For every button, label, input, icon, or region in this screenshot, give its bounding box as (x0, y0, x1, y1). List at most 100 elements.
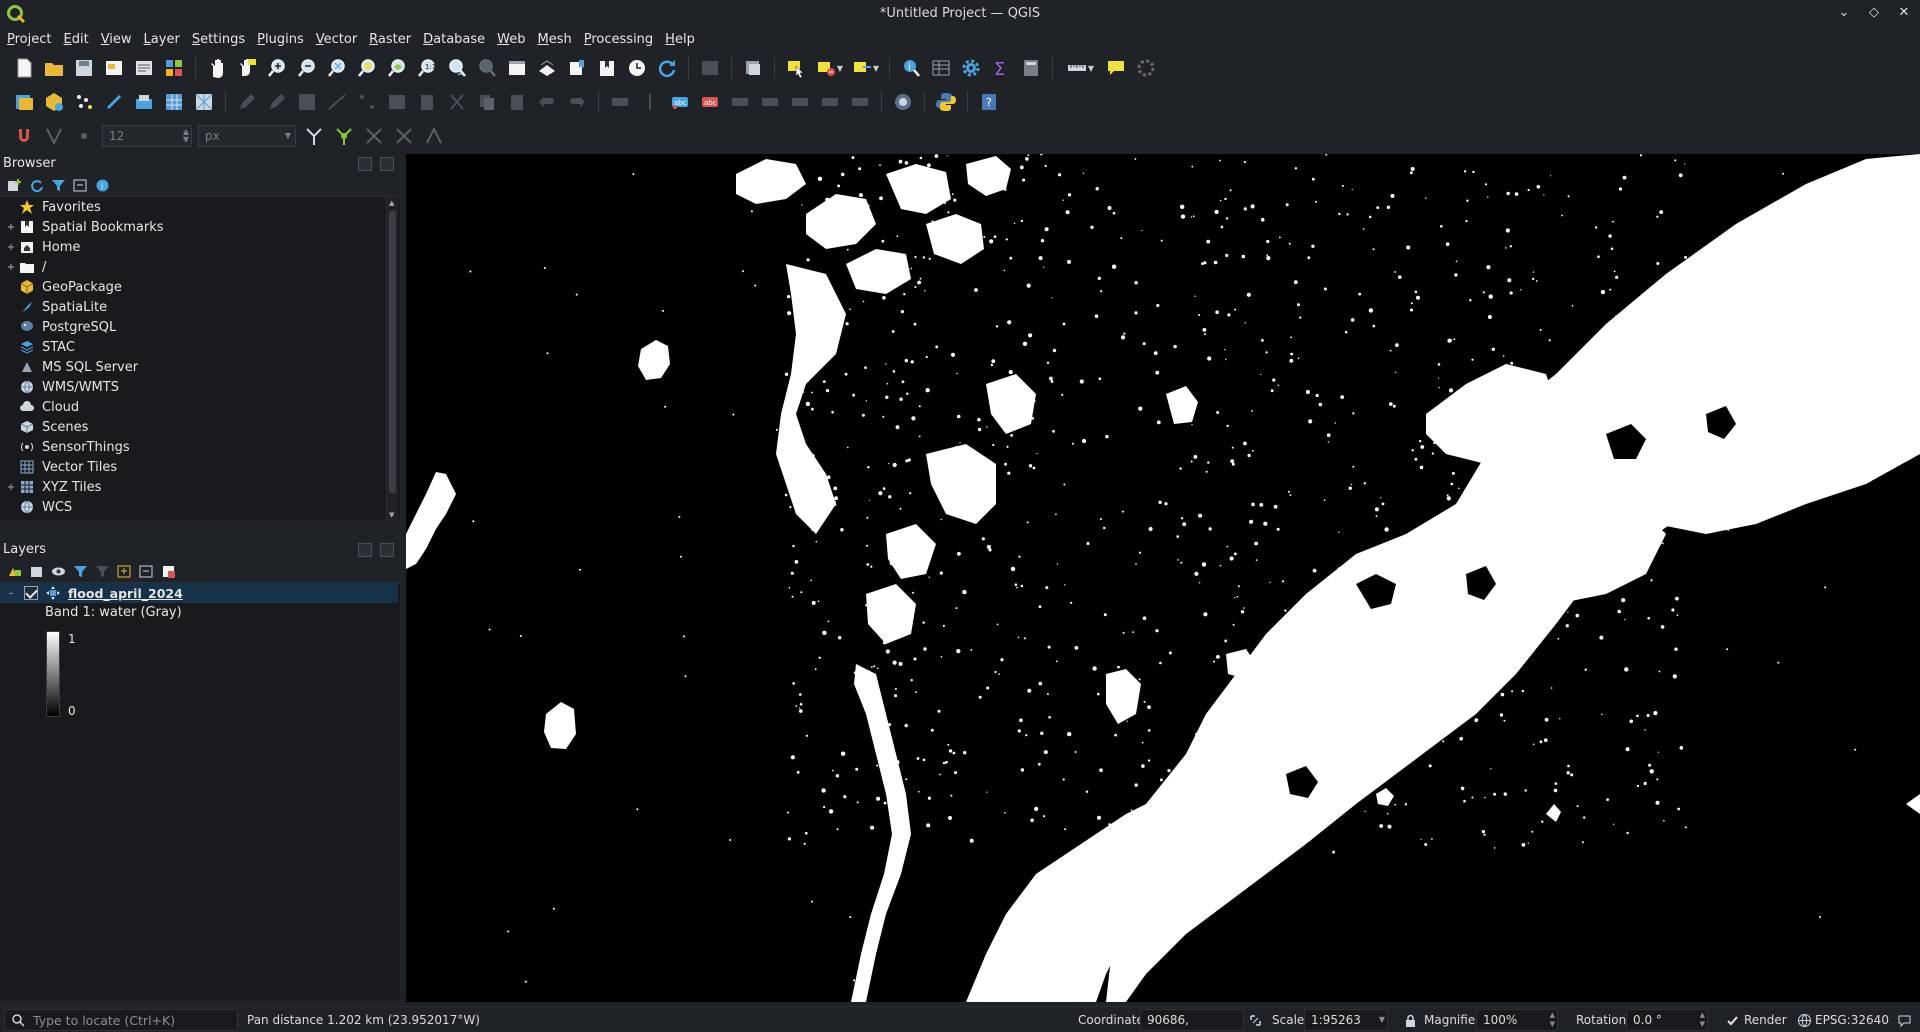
snapping-units-select[interactable]: px ▼ (198, 125, 296, 147)
render-checkbox[interactable] (1724, 1012, 1740, 1028)
field-calculator-icon[interactable] (1019, 56, 1043, 80)
new-project-icon[interactable] (12, 56, 36, 80)
select-by-location-icon[interactable]: ▼ (850, 56, 880, 80)
browser-item-wcs[interactable]: WCS (0, 497, 400, 517)
open-attribute-table-icon[interactable] (698, 56, 722, 80)
collapse-all-layers-icon[interactable] (138, 563, 154, 579)
expand-all-icon[interactable] (116, 563, 132, 579)
change-label-icon[interactable] (818, 90, 842, 114)
lock-scale-icon[interactable] (1402, 1012, 1418, 1028)
menu-item-edit[interactable]: Edit (64, 32, 89, 47)
snapping-tolerance-input[interactable]: 12 ▲ ▼ (102, 125, 192, 147)
close-button[interactable]: ✕ (1896, 4, 1912, 22)
maximize-button[interactable]: ◇ (1866, 4, 1882, 22)
filter-legend-icon[interactable] (72, 563, 88, 579)
identify-features-icon[interactable]: i (899, 56, 923, 80)
properties-info-icon[interactable]: i (94, 177, 110, 193)
zoom-in-icon[interactable] (265, 56, 289, 80)
scale-combo[interactable]: 1:95263 ▼ (1304, 1009, 1388, 1031)
vertex-tool-icon[interactable] (355, 90, 379, 114)
new-temporary-layer-icon[interactable] (102, 90, 126, 114)
open-project-icon[interactable] (42, 56, 66, 80)
layers-undock-button[interactable] (358, 543, 372, 557)
deselect-features-icon[interactable]: ▼ (814, 56, 844, 80)
print-layout-icon[interactable] (102, 56, 126, 80)
enable-snapping-icon[interactable] (12, 124, 36, 148)
browser-item-stac[interactable]: STAC (0, 337, 400, 357)
toolbox-gear-icon[interactable] (959, 56, 983, 80)
layers-close-button[interactable] (380, 543, 394, 557)
expand-icon[interactable]: + (4, 222, 18, 233)
map-tips-icon[interactable] (1104, 56, 1128, 80)
menu-item-mesh[interactable]: Mesh (538, 32, 572, 47)
undo-icon[interactable] (535, 90, 559, 114)
tracing-icon[interactable] (422, 124, 446, 148)
menu-item-processing[interactable]: Processing (584, 32, 653, 47)
label-tool-icon[interactable] (608, 90, 632, 114)
filter-browser-icon[interactable] (50, 177, 66, 193)
menu-item-layer[interactable]: Layer (144, 32, 180, 47)
map-canvas[interactable] (406, 154, 1920, 1002)
current-edits-icon[interactable] (265, 90, 289, 114)
new-3d-map-view-icon[interactable] (535, 56, 559, 80)
browser-item-home[interactable]: + Home (0, 237, 400, 257)
zoom-last-icon[interactable] (445, 56, 469, 80)
measure-line-icon[interactable]: ▼ (1062, 56, 1098, 80)
menu-item-help[interactable]: Help (665, 32, 695, 47)
browser-item-spatialite[interactable]: SpatiaLite (0, 297, 400, 317)
decorations-icon[interactable] (1134, 56, 1158, 80)
select-features-icon[interactable] (784, 56, 808, 80)
new-geopackage-layer-icon[interactable] (42, 90, 66, 114)
browser-item-scenes[interactable]: Scenes (0, 417, 400, 437)
zoom-next-icon[interactable] (475, 56, 499, 80)
delete-selected-icon[interactable] (415, 90, 439, 114)
modify-attributes-icon[interactable] (385, 90, 409, 114)
browser-item-ms-sql-server[interactable]: MS SQL Server (0, 357, 400, 377)
menu-item-vector[interactable]: Vector (316, 32, 357, 47)
zoom-to-selection-icon[interactable] (355, 56, 379, 80)
statistics-sum-icon[interactable]: Σ (989, 56, 1013, 80)
magnifier-input[interactable]: 100% ▲ ▼ (1476, 1009, 1558, 1031)
metasearch-icon[interactable] (891, 90, 915, 114)
toggle-extents-icon[interactable] (1247, 1012, 1263, 1028)
layer-diagram-icon[interactable]: abc (698, 90, 722, 114)
add-layers-icon[interactable] (6, 177, 22, 193)
browser-item-geopackage[interactable]: GeoPackage (0, 277, 400, 297)
layer-labeling-icon[interactable]: abc (668, 90, 692, 114)
digitize-line-icon[interactable] (325, 90, 349, 114)
minimize-button[interactable]: ⌄ (1836, 4, 1852, 22)
save-project-icon[interactable] (72, 56, 96, 80)
refresh-icon[interactable] (655, 56, 679, 80)
layer-row-flood-april-2024[interactable]: – flood_april_2024 (0, 583, 398, 603)
style-manager-icon[interactable] (162, 56, 186, 80)
feature-form-icon[interactable] (741, 56, 765, 80)
save-edits-icon[interactable] (295, 90, 319, 114)
temporal-controller-icon[interactable] (625, 56, 649, 80)
browser-item-sensorthings[interactable]: SensorThings (0, 437, 400, 457)
expand-icon[interactable]: + (4, 482, 18, 493)
browser-scrollbar[interactable]: ▲ ▼ (386, 197, 398, 521)
pan-to-selection-icon[interactable] (235, 56, 259, 80)
zoom-out-icon[interactable] (295, 56, 319, 80)
crs-label[interactable]: EPSG:32640 (1815, 1013, 1889, 1027)
layout-manager-icon[interactable] (132, 56, 156, 80)
redo-icon[interactable] (565, 90, 589, 114)
remove-layer-icon[interactable] (160, 563, 176, 579)
browser-item-xyz-tiles[interactable]: + XYZ Tiles (0, 477, 400, 497)
menu-item-web[interactable]: Web (497, 32, 525, 47)
snapping-mode-icon[interactable] (42, 124, 66, 148)
browser-item-cloud[interactable]: Cloud (0, 397, 400, 417)
browser-undock-button[interactable] (358, 157, 372, 171)
browser-item-favorites[interactable]: Favorites (0, 197, 400, 217)
browser-item-wms-wmts[interactable]: WMS/WMTS (0, 377, 400, 397)
crs-globe-icon[interactable] (1796, 1012, 1812, 1028)
expand-icon[interactable]: + (4, 262, 18, 273)
browser-item-postgresql[interactable]: PostgreSQL (0, 317, 400, 337)
digitize-points-icon[interactable] (72, 90, 96, 114)
move-label-icon[interactable] (758, 90, 782, 114)
attribute-table-icon[interactable] (929, 56, 953, 80)
pan-map-icon[interactable] (205, 56, 229, 80)
menu-item-project[interactable]: Project (7, 32, 52, 47)
show-bookmarks-icon[interactable] (595, 56, 619, 80)
browser-close-button[interactable] (380, 157, 394, 171)
